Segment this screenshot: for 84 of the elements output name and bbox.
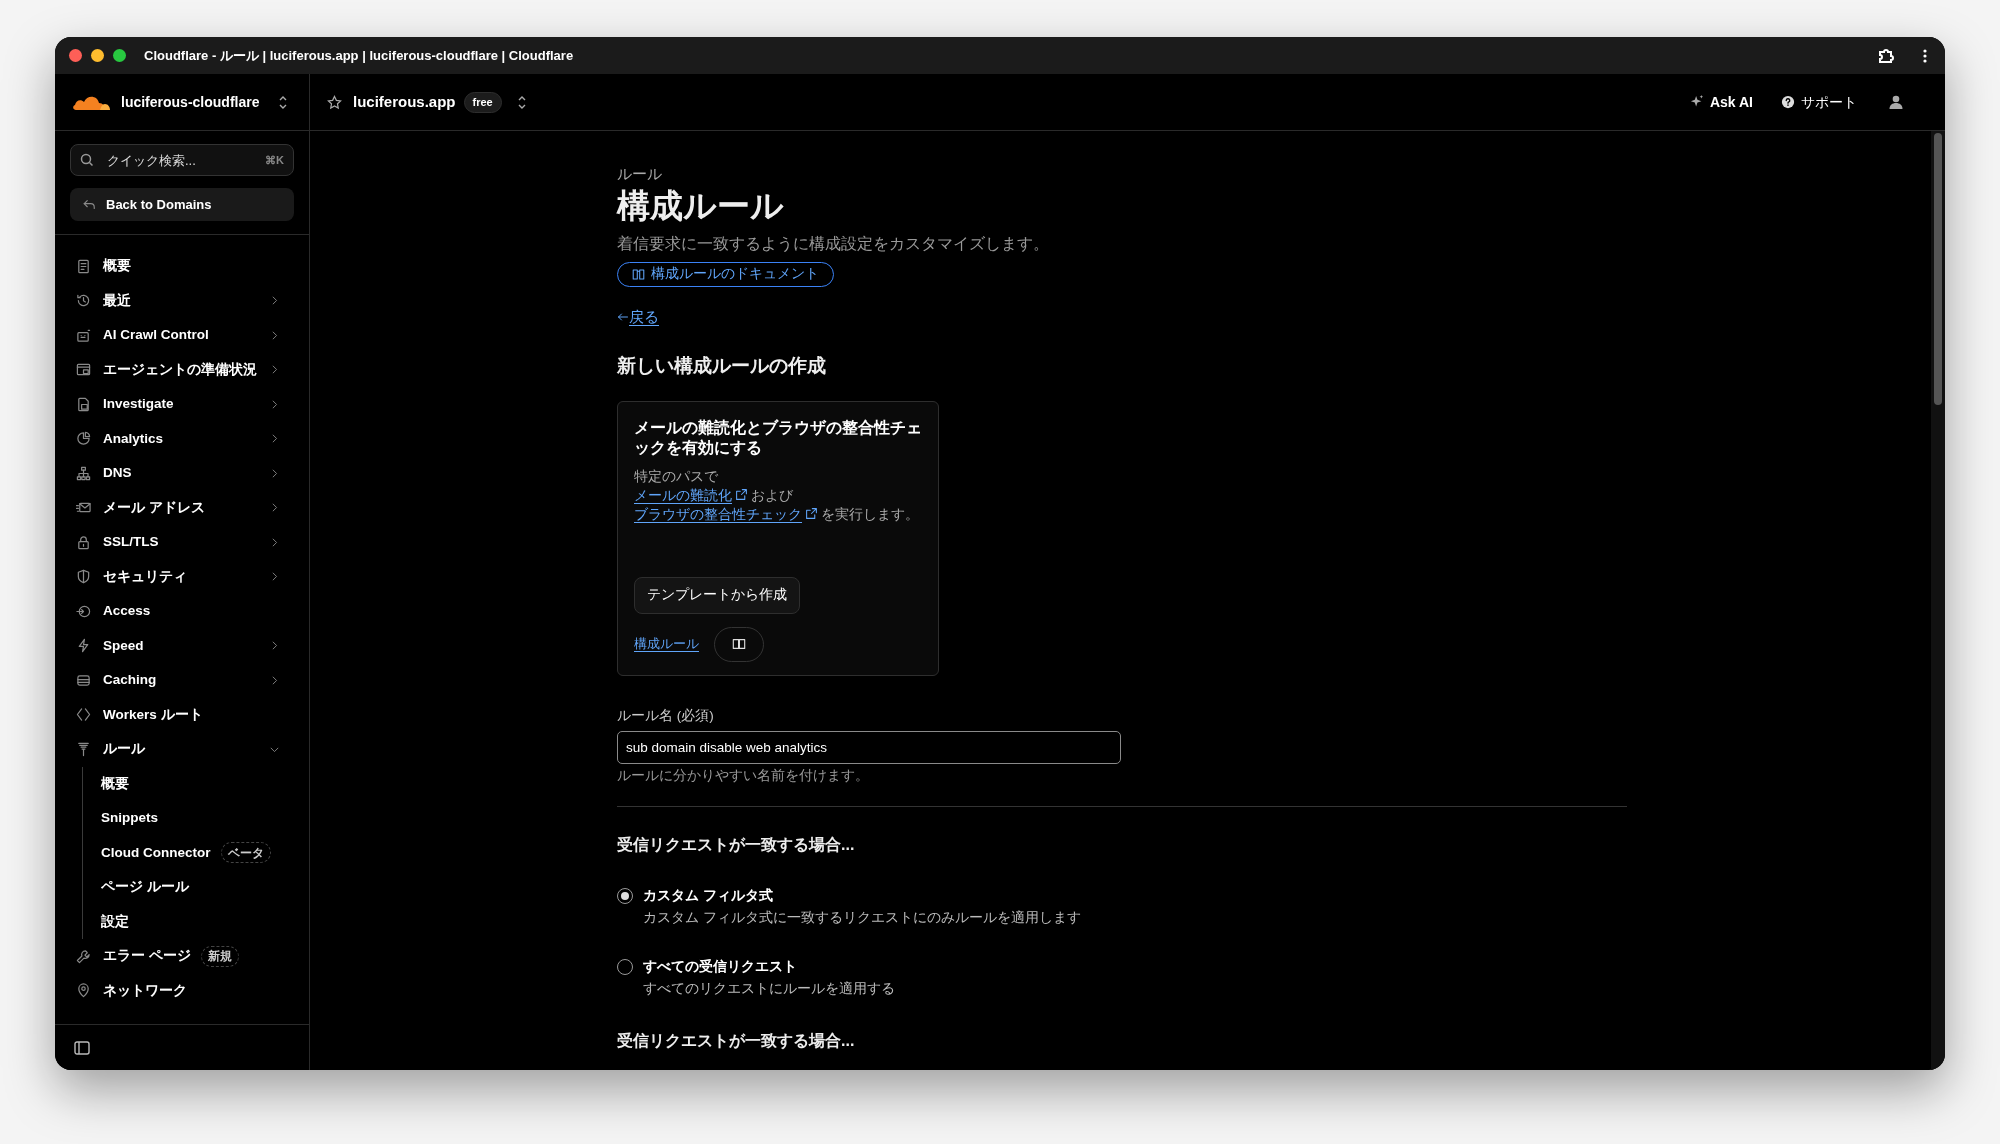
plan-badge: free <box>463 91 502 113</box>
sidebar-item[interactable]: Analytics <box>70 421 294 456</box>
sidebar-subitem[interactable]: 設定 <box>101 904 294 939</box>
back-link[interactable]: 戻る <box>617 305 659 328</box>
switcher-icon[interactable] <box>279 95 287 109</box>
support-button[interactable]: サポート <box>1781 91 1857 113</box>
book-icon <box>732 637 746 651</box>
section-heading: 受信リクエストが一致する場合... <box>617 1030 855 1051</box>
option-label: すべての受信リクエスト <box>643 957 798 977</box>
sidebar-subitem[interactable]: ページ ルール <box>101 870 294 905</box>
sidebar-item[interactable]: エラー ページ 新規 <box>70 939 294 974</box>
create-from-template-button[interactable]: テンプレートから作成 <box>634 576 800 614</box>
sidebar-subitem[interactable]: 概要 <box>101 766 294 801</box>
code-diamond-icon <box>76 707 91 723</box>
sidebar-item[interactable]: Caching <box>70 663 294 698</box>
lock-icon <box>76 534 91 550</box>
extension-icon[interactable] <box>1877 46 1895 65</box>
domain-name[interactable]: luciferous.app <box>353 90 456 114</box>
search-icon <box>80 153 94 167</box>
sidebar-item[interactable]: SSL/TLS <box>70 525 294 560</box>
star-icon[interactable] <box>327 94 342 110</box>
card-title: メールの難読化とブラウザの整合性チェックを有効にする <box>634 417 922 458</box>
access-icon <box>76 603 91 619</box>
rule-name-field[interactable]: sub domain disable web analytics <box>617 730 1121 764</box>
card-description: 特定のパスで メールの難読化 および ブラウザの整合性チェック を実行します。 <box>634 467 920 524</box>
book-icon <box>632 267 645 281</box>
sidebar-toggle-icon[interactable] <box>74 1040 90 1055</box>
switcher-icon[interactable] <box>517 95 526 109</box>
more-icon[interactable] <box>1923 48 1927 63</box>
external-link[interactable]: メールの難読化 <box>634 487 732 503</box>
window-title: Cloudflare - ルール | luciferous.app | luciferous-cloudflare | Cloudflare <box>144 46 574 65</box>
minimize-button[interactable] <box>91 49 104 62</box>
sidebar-item[interactable]: DNS <box>70 456 294 491</box>
sidebar-item[interactable]: エージェントの準備状況 <box>70 352 294 387</box>
sidebar-item[interactable]: セキュリティ <box>70 559 294 594</box>
sidebar-item[interactable]: ネットワーク <box>70 973 294 1008</box>
left-arrow-icon <box>617 310 629 323</box>
browser-icon <box>76 362 91 378</box>
shortcut-hint: ⌘K <box>265 153 284 168</box>
shield-icon <box>76 569 91 585</box>
location-pin-icon <box>76 983 91 999</box>
sidebar-item[interactable]: 最近 <box>70 283 294 318</box>
rules-link[interactable]: 構成ルール <box>634 634 699 654</box>
file-search-icon <box>76 396 91 412</box>
sidebar-item[interactable]: AI Crawl Control <box>70 318 294 353</box>
help-icon <box>1781 95 1795 109</box>
breadcrumb[interactable]: ルール <box>617 163 662 186</box>
user-icon[interactable] <box>1889 95 1903 109</box>
sidebar-item[interactable]: ルール <box>70 732 294 767</box>
option-label: カスタム フィルタ式 <box>643 886 774 905</box>
option-description: すべてのリクエストにルールを適用する <box>643 980 895 999</box>
sidebar-item[interactable]: Investigate <box>70 387 294 422</box>
sidebar-subitem[interactable]: Snippets <box>101 801 294 836</box>
wrench-icon <box>76 948 91 964</box>
sidebar-item[interactable]: Access <box>70 594 294 629</box>
page-title: 構成ルール <box>617 185 784 226</box>
document-icon <box>76 258 91 274</box>
field-label: ルール名 (必須) <box>617 706 714 725</box>
sidebar-subitem[interactable]: Cloud Connector ベータ <box>101 835 294 870</box>
robot-icon <box>76 327 91 343</box>
network-icon <box>76 465 91 481</box>
pie-chart-icon <box>76 431 91 447</box>
zoom-button[interactable] <box>113 49 126 62</box>
sidebar-item[interactable]: Speed <box>70 628 294 663</box>
close-button[interactable] <box>69 49 82 62</box>
external-link-icon <box>805 506 818 520</box>
sidebar-item[interactable]: メール アドレス <box>70 490 294 525</box>
history-icon <box>76 293 91 309</box>
storage-icon <box>76 672 91 688</box>
back-to-domains-button[interactable]: Back to Domains <box>70 188 294 221</box>
bolt-icon <box>76 638 91 654</box>
page-description: 着信要求に一致するように構成設定をカスタマイズします。 <box>617 233 1049 254</box>
external-link[interactable]: ブラウザの整合性チェック <box>634 506 802 522</box>
account-name[interactable]: luciferous-cloudflare <box>121 91 260 113</box>
ask-ai-button[interactable]: Ask AI <box>1689 91 1753 113</box>
sidebar-item[interactable]: 概要 <box>70 249 294 284</box>
external-link-icon <box>735 487 748 501</box>
back-arrow-icon <box>82 197 96 212</box>
field-hint: ルールに分かりやすい名前を付けます。 <box>617 766 869 785</box>
scrollbar[interactable] <box>1931 131 1945 1070</box>
section-heading: 受信リクエストが一致する場合... <box>617 835 855 855</box>
sidebar-item[interactable]: Workers ルート <box>70 697 294 732</box>
section-heading: 新しい構成ルールの作成 <box>617 354 826 378</box>
option-description: カスタム フィルタ式に一致するリクエストにのみルールを適用します <box>643 909 1081 927</box>
